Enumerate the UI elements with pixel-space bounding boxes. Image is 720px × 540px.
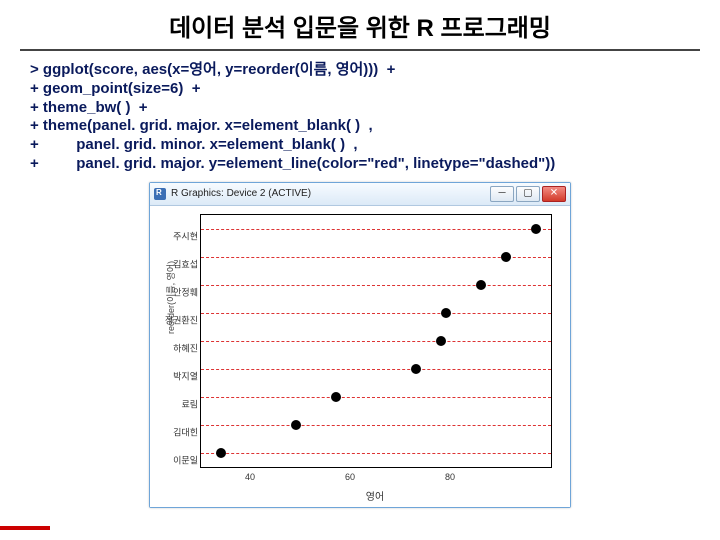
y-tick-label: 하혜진: [160, 341, 198, 354]
y-tick-label: 료림: [160, 397, 198, 410]
code-line-4: + theme(panel. grid. major. x=element_bl…: [30, 117, 690, 136]
code-line-3: + theme_bw( ) +: [30, 99, 690, 118]
plot-area: reorder(이름, 영어) 주시현김효섭안정훼정권환진하혜진박지열료림김대힌…: [150, 206, 570, 507]
code-line-5: + panel. grid. minor. x=element_blank( )…: [30, 136, 690, 155]
gridline: [201, 425, 551, 426]
data-point: [411, 364, 421, 374]
data-point: [501, 252, 511, 262]
data-point: [476, 280, 486, 290]
data-point: [531, 224, 541, 234]
y-tick-label: 김대힌: [160, 425, 198, 438]
code-line-6: + panel. grid. major. y=element_line(col…: [30, 155, 690, 174]
r-graphics-window: R Graphics: Device 2 (ACTIVE) ─ ▢ ✕ reor…: [149, 182, 571, 508]
data-point: [216, 448, 226, 458]
data-point: [441, 308, 451, 318]
plot-panel: [200, 214, 552, 468]
y-tick-label: 김효섭: [160, 257, 198, 270]
x-axis-label: 영어: [200, 488, 550, 503]
data-point: [331, 392, 341, 402]
gridline: [201, 341, 551, 342]
code-line-2: + geom_point(size=6) +: [30, 80, 690, 99]
gridline: [201, 313, 551, 314]
gridline: [201, 369, 551, 370]
page-title: 데이터 분석 입문을 위한 R 프로그래밍: [20, 0, 700, 51]
y-tick-label: 정권환진: [160, 313, 198, 326]
minimize-icon: ─: [498, 188, 505, 198]
gridline: [201, 453, 551, 454]
x-tick-label: 60: [345, 472, 355, 482]
gridline: [201, 229, 551, 230]
x-tick-label: 40: [245, 472, 255, 482]
close-button[interactable]: ✕: [542, 186, 566, 202]
x-tick-label: 80: [445, 472, 455, 482]
accent-bar: [0, 526, 50, 530]
maximize-icon: ▢: [523, 188, 532, 198]
maximize-button[interactable]: ▢: [516, 186, 540, 202]
r-app-icon: [154, 188, 166, 200]
y-tick-label: 안정훼: [160, 285, 198, 298]
y-tick-label: 주시현: [160, 229, 198, 242]
code-block: > ggplot(score, aes(x=영어, y=reorder(이름, …: [30, 61, 690, 174]
y-tick-label: 박지열: [160, 369, 198, 382]
window-titlebar[interactable]: R Graphics: Device 2 (ACTIVE) ─ ▢ ✕: [150, 183, 570, 206]
gridline: [201, 257, 551, 258]
gridline: [201, 397, 551, 398]
gridline: [201, 285, 551, 286]
data-point: [291, 420, 301, 430]
window-title: R Graphics: Device 2 (ACTIVE): [171, 188, 490, 199]
close-icon: ✕: [550, 188, 558, 198]
code-line-1: > ggplot(score, aes(x=영어, y=reorder(이름, …: [30, 61, 690, 80]
minimize-button[interactable]: ─: [490, 186, 514, 202]
data-point: [436, 336, 446, 346]
y-tick-label: 이문일: [160, 453, 198, 466]
